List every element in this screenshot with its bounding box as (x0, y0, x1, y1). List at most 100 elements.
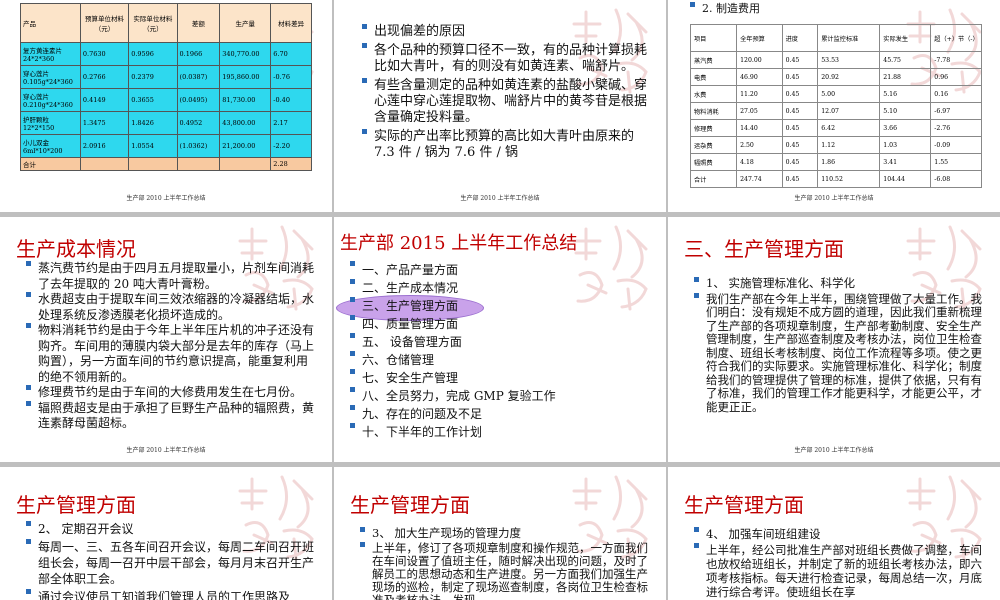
cell: 2.0916 (79, 134, 130, 158)
cell: 0.45 (781, 102, 819, 120)
cell: 1.8426 (128, 111, 178, 135)
toc-item[interactable]: 十、下半年的工作计划 (350, 423, 640, 441)
toc-item[interactable]: 五、 设备管理方面 (350, 333, 640, 351)
cell: 0.45 (781, 119, 819, 137)
slide-footer: 生产部 2010 上半年工作总结 (126, 447, 206, 454)
slide-title: 三、生产管理方面 (684, 237, 844, 261)
cell: 0.3655 (128, 88, 178, 112)
cell: 0.9596 (128, 42, 178, 66)
bullet-item: 1、 实施管理标准化、科学化 (694, 276, 984, 291)
slide-title: 生产部 2015 上半年工作总结 (340, 233, 578, 254)
cell (176, 157, 221, 171)
table-total-row: 合计 2.28 (20, 157, 312, 171)
table-row: 穿心莲片 0.210g*24*360 0.4149 0.3655 (0.0495) 81… (20, 88, 312, 112)
bullet-item: 4、 加强车间班组建设 (694, 527, 984, 541)
table-row: 水费 11.20 0.45 5.00 5.16 0.16 (689, 85, 982, 103)
cell: 20.92 (817, 68, 881, 86)
cell: 0.1966 (176, 42, 221, 66)
header-cell: 全年预算 (736, 24, 783, 52)
cell: 247.74 (736, 170, 783, 188)
bullet-item: 各个品种的预算口径不一致，有的品种计算损耗比如大青叶，有的则没有如黄连素、喘舒片… (362, 43, 652, 75)
slide-footer: 生产部 2010 上半年工作总结 (794, 447, 874, 454)
cell: 11.20 (736, 85, 783, 103)
cell: 合计 (689, 170, 738, 188)
cell: 340,770.00 (219, 42, 272, 66)
header-cell: 材料差异 (270, 3, 312, 43)
cell: 合计 (20, 157, 81, 171)
cell: -2.20 (270, 134, 312, 158)
cell: 1.12 (817, 136, 881, 154)
cell: 2.50 (736, 136, 783, 154)
header-cell: 生产量 (219, 3, 272, 43)
slide-9[interactable]: 生产管理方面 4、 加强车间班组建设 上半年，经公司批准生产部对班组长费做了调整… (668, 467, 1000, 600)
slide-footer: 生产部 2010 上半年工作总结 (460, 195, 540, 202)
cell: 0.16 (930, 85, 982, 103)
toc-item[interactable]: 四、质量管理方面 (350, 315, 640, 333)
bullet-item: 蒸汽费节约是由于四月五月提取量小，片剂车间消耗了去年提取的 20 吨大青叶膏粉。 (26, 261, 318, 292)
cell: 2.28 (270, 157, 312, 171)
cell: 104.44 (879, 170, 932, 188)
toc-item[interactable]: 二、生产成本情况 (350, 279, 640, 297)
bullet-item: 有些含量测定的品种如黄连素的盐酸小檗碱、穿心莲中穿心莲提取物、喘舒片中的黄芩苷是… (362, 78, 652, 126)
cell (79, 157, 130, 171)
cell: 2.17 (270, 111, 312, 135)
cell: -7.78 (930, 51, 982, 69)
slide-8[interactable]: 生产管理方面 3、 加大生产现场的管理力度 上半年，修订了各项规章制度和操作规范… (334, 467, 666, 600)
table-row: 运杂费 2.50 0.45 1.12 1.03 -0.09 (689, 136, 982, 154)
cell: 1.3475 (79, 111, 130, 135)
bullet-item: 通过会议使员工知道我们管理人员的工作思路及 (26, 589, 316, 600)
bullet-list: 3、 加大生产现场的管理力度 上半年，修订了各项规章制度和操作规范，一方面我们在… (360, 527, 650, 600)
cell: 0.45 (781, 153, 819, 171)
cell: 物料消耗 (689, 102, 738, 120)
toc-item-active[interactable]: 三、生产管理方面 (350, 297, 640, 315)
bullet-item: 水费超支由于提取车间三效浓缩器的冷凝器结垢，水处理系统反渗透膜老化损坏造成的。 (26, 292, 318, 323)
slide-6[interactable]: 三、生产管理方面 1、 实施管理标准化、科学化 我们生产部在今年上半年，围绕管理… (668, 217, 1000, 462)
toc-list: 一、产品产量方面 二、生产成本情况 三、生产管理方面 四、质量管理方面 五、 设… (350, 261, 640, 441)
bullet-list: 蒸汽费节约是由于四月五月提取量小，片剂车间消耗了去年提取的 20 吨大青叶膏粉。… (26, 261, 318, 432)
cell: 穿心莲片 0.210g*24*360 (20, 88, 81, 112)
bullet-list: 4、 加强车间班组建设 上半年，经公司批准生产部对班组长费做了调整，车间也放权给… (694, 527, 984, 599)
toc-item[interactable]: 九、存在的问题及不足 (350, 405, 640, 423)
slide-5[interactable]: 生产部 2015 上半年工作总结 一、产品产量方面 二、生产成本情况 三、生产管… (334, 217, 666, 462)
cell: 3.41 (879, 153, 932, 171)
bullet-item: 物料消耗节约是由于今年上半年压片机的冲子还没有购齐。车间用的薄膜内袋大部分是去年… (26, 323, 318, 385)
cell (219, 157, 272, 171)
cell: (1.0362) (176, 134, 221, 158)
bullet-item: 每周一、三、五各车间召开会议，每周二车间召开班组长会，每周一召开中层干部会，每月… (26, 539, 316, 587)
cell: 0.4149 (79, 88, 130, 112)
cell: 120.00 (736, 51, 783, 69)
bullet-list: 出现偏差的原因 各个品种的预算口径不一致，有的品种计算损耗比如大青叶，有的则没有… (362, 24, 652, 161)
toc-item[interactable]: 八、全员努力，完成 GMP 复验工作 (350, 387, 640, 405)
toc-item[interactable]: 七、安全生产管理 (350, 369, 640, 387)
cell: 12.07 (817, 102, 881, 120)
cell: 5.16 (879, 85, 932, 103)
header-cell: 累计监控标准 (817, 24, 881, 52)
cell: 6.70 (270, 42, 312, 66)
slide-4[interactable]: 生产成本情况 蒸汽费节约是由于四月五月提取量小，片剂车间消耗了去年提取的 20 … (0, 217, 332, 462)
cell: 43,800.00 (219, 111, 272, 135)
cell: 21.88 (879, 68, 932, 86)
table-header-row: 产品 预算单位材料（元） 实际单位材料（元） 差额 生产量 材料差异 (20, 3, 312, 43)
cell: 81,730.00 (219, 88, 272, 112)
cell: -0.40 (270, 88, 312, 112)
slide-7[interactable]: 生产管理方面 2、 定期召开会议 每周一、三、五各车间召开会议，每周二车间召开班… (0, 467, 332, 600)
header-cell: 超（+）节（-） (930, 24, 982, 52)
table-row: 辐照费 4.18 0.45 1.86 3.41 1.55 (689, 153, 982, 171)
cell: 穿心莲片 0.105g*24*360 (20, 65, 81, 89)
cell: 6.42 (817, 119, 881, 137)
cell: -6.08 (930, 170, 982, 188)
section-heading: 2. 制造费用 (690, 2, 970, 16)
header-cell: 实际发生 (879, 24, 932, 52)
cell: -2.76 (930, 119, 982, 137)
header-cell: 项目 (689, 24, 738, 52)
cell: 110.52 (817, 170, 881, 188)
slide-2[interactable]: 出现偏差的原因 各个品种的预算口径不一致，有的品种计算损耗比如大青叶，有的则没有… (334, 0, 666, 212)
slide-1[interactable]: 产品 预算单位材料（元） 实际单位材料（元） 差额 生产量 材料差异 复方黄连素… (0, 0, 332, 212)
cell: 27.05 (736, 102, 783, 120)
toc-item[interactable]: 一、产品产量方面 (350, 261, 640, 279)
toc-item[interactable]: 六、仓储管理 (350, 351, 640, 369)
table-row: 电费 46.90 0.45 20.92 21.88 0.96 (689, 68, 982, 86)
cell (128, 157, 178, 171)
cell: 1.03 (879, 136, 932, 154)
slide-3[interactable]: 2. 制造费用 项目 全年预算 进度 累计监控标准 实际发生 超（+）节（-） … (668, 0, 1000, 212)
